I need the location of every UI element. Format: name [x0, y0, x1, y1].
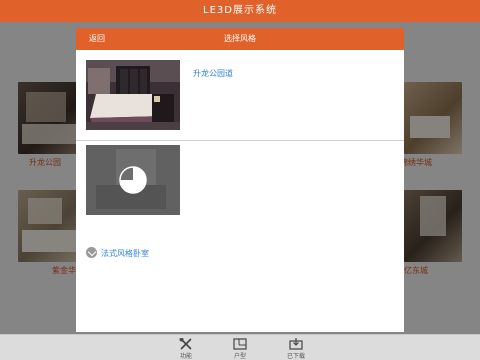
tab-label: 已下载 [286, 353, 305, 360]
bottom-tab-bar: 功能 户型 已下载 [0, 334, 480, 360]
floorplan-icon [233, 338, 247, 350]
bedroom-render-image [86, 60, 180, 130]
app-title: LE3D展示系统 [203, 5, 277, 16]
download-icon[interactable] [86, 247, 97, 258]
tab-functions[interactable]: 功能 [166, 338, 206, 360]
style-name[interactable]: 法式风格卧室 [101, 248, 149, 259]
style-name[interactable]: 升龙公园道 [193, 68, 233, 79]
modal-title: 选择风格 [224, 34, 256, 43]
tab-downloaded[interactable]: 已下载 [276, 338, 316, 360]
modal-header: 选择风格 返回 [76, 28, 404, 50]
style-picker-modal: 选择风格 返回 升龙公园道 法式风格卧室 [76, 28, 404, 332]
download-progress-icon [119, 166, 147, 194]
style-item[interactable]: 法式风格卧室 [76, 141, 404, 258]
download-box-icon [289, 338, 303, 350]
style-thumbnail[interactable] [86, 145, 180, 215]
style-item[interactable]: 升龙公园道 [76, 50, 404, 140]
app-title-bar: LE3D展示系统 [0, 0, 480, 22]
tab-label: 户型 [233, 353, 246, 360]
tab-floorplan[interactable]: 户型 [220, 338, 260, 360]
tab-label: 功能 [179, 353, 192, 360]
back-button[interactable]: 返回 [89, 28, 105, 50]
tools-icon [179, 338, 192, 350]
style-thumbnail[interactable] [86, 60, 180, 130]
